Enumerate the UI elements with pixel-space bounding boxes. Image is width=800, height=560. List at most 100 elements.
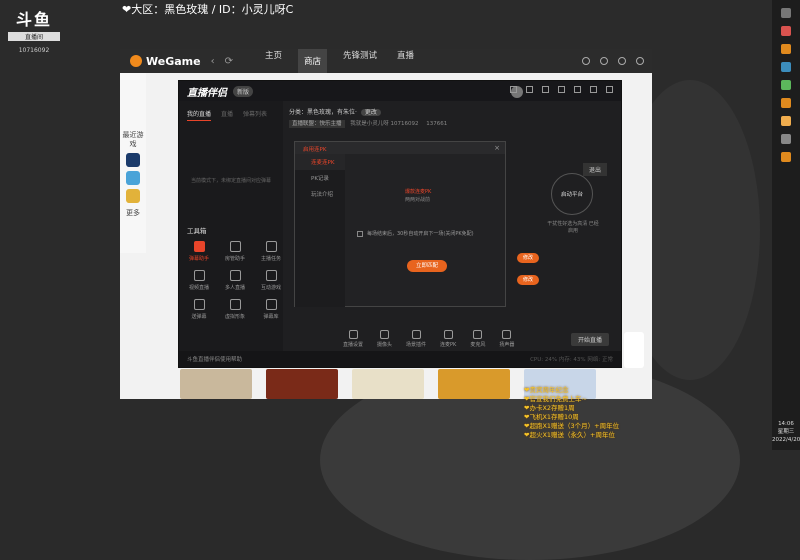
more-games-link[interactable]: 更多 xyxy=(120,207,146,218)
user-icon[interactable] xyxy=(600,57,608,65)
room-badge: 直播间 xyxy=(8,32,60,41)
app-icon[interactable] xyxy=(781,98,791,108)
gift-icon[interactable] xyxy=(582,57,590,65)
plugin-icon xyxy=(411,330,421,339)
edit-button[interactable]: 修改 xyxy=(517,275,539,285)
back-icon[interactable]: ‹ xyxy=(211,56,215,67)
edit-button[interactable]: 修改 xyxy=(517,253,539,263)
minimize-icon[interactable] xyxy=(574,86,581,93)
start-live-button[interactable]: 开始直播 xyxy=(570,333,609,346)
platform-name: 斗鱼 xyxy=(15,10,52,29)
nav-live[interactable]: 直播 xyxy=(393,49,418,73)
mail-icon[interactable] xyxy=(510,86,517,93)
tool-icon xyxy=(265,241,277,252)
app-icon[interactable] xyxy=(781,134,791,144)
taskbar-clock[interactable]: 14:06 星期三 2022/4/20 xyxy=(772,420,800,444)
game-banner[interactable] xyxy=(438,369,510,399)
taskbar: 14:06 星期三 2022/4/20 xyxy=(772,0,800,450)
microphone-button[interactable]: 麦克风 xyxy=(470,330,485,348)
menu-item-pk[interactable]: 连麦连PK xyxy=(295,154,345,170)
helper-titlebar: 直播伴侣 新版 xyxy=(179,81,621,101)
chat-line: ❤超跑X1赠送（3个月）+周年位 xyxy=(524,422,620,430)
game-icon[interactable] xyxy=(126,171,140,185)
live-settings-button[interactable]: 直播设置 xyxy=(343,330,363,348)
nav-store[interactable]: 商店 xyxy=(297,49,327,73)
toolbox-grid: 弹幕助手 房管助手 主播任务 视频直播 多人直播 互动游戏 送弹幕 虚拟形象 弹… xyxy=(183,241,287,320)
room-info: 直播联盟：快乐主播 我就是小灵儿呀 10716092 137661 xyxy=(289,119,448,128)
maximize-icon[interactable] xyxy=(590,86,597,93)
match-now-button[interactable]: 立即匹配 xyxy=(407,260,447,272)
tool-room-manager[interactable]: 房管助手 xyxy=(219,241,251,262)
version-badge[interactable]: 新版 xyxy=(233,85,254,97)
overlay-title: ❤大区：黑色玫瑰 / ID：小灵儿呀C xyxy=(122,3,294,16)
tab-live[interactable]: 直播 xyxy=(221,109,233,121)
tool-icon xyxy=(265,299,277,310)
tool-icon xyxy=(265,270,277,281)
nav-test[interactable]: 先锋测试 xyxy=(339,49,381,73)
speaker-icon xyxy=(502,330,512,339)
pk-button[interactable]: 连麦PK xyxy=(440,330,456,348)
tool-icon xyxy=(193,270,205,281)
refresh-icon[interactable]: ⟳ xyxy=(225,56,233,67)
menu-item-intro[interactable]: 玩法介绍 xyxy=(295,186,345,202)
fans-count: 137661 xyxy=(426,121,448,127)
chat-overlay: ❤贵宾周年纪念 ❤官宣我们免费上车~ ❤办卡X2存赠1周 ❤飞机X1存赠10周 … xyxy=(524,386,619,440)
tool-avatar[interactable]: 虚拟形象 xyxy=(219,299,251,320)
wegame-topbar: WeGame ‹ ⟳ 主页 商店 先锋测试 直播 xyxy=(120,49,652,73)
game-icon[interactable] xyxy=(126,189,140,203)
speaker-button[interactable]: 扬声器 xyxy=(499,330,514,348)
exit-button[interactable]: 退出 xyxy=(582,163,607,176)
menu-icon[interactable] xyxy=(558,86,565,93)
tool-icon xyxy=(193,299,205,310)
chat-icon[interactable] xyxy=(618,57,626,65)
app-icon[interactable] xyxy=(781,44,791,54)
game-banner[interactable] xyxy=(266,369,338,399)
tool-icon xyxy=(229,241,241,252)
camera-button[interactable]: 摄像头 xyxy=(377,330,392,348)
help-link[interactable]: 斗鱼直播伴侣使用帮助 xyxy=(187,355,242,363)
game-banner[interactable] xyxy=(180,369,252,399)
auto-next-checkbox[interactable]: 每场结束后，30秒自动开启下一场(关闭PK免配) xyxy=(357,230,474,237)
windows-icon[interactable] xyxy=(781,8,791,18)
empty-danmu-text: 当前模式下，未绑定直播间对应弹幕 xyxy=(190,178,271,184)
pk-icon xyxy=(443,330,453,339)
nav-home[interactable]: 主页 xyxy=(261,49,286,73)
chat-line: ❤办卡X2存赠1周 xyxy=(524,404,575,412)
app-icon[interactable] xyxy=(781,26,791,36)
app-icon[interactable] xyxy=(781,80,791,90)
camera-icon xyxy=(380,330,390,339)
tool-send-danmu[interactable]: 送弹幕 xyxy=(183,299,215,320)
settings-icon[interactable] xyxy=(542,86,549,93)
scene-plugin-button[interactable]: 场景插件 xyxy=(406,330,426,348)
chat-line: ❤贵宾周年纪念 xyxy=(524,386,569,394)
dialog-header: 启用连PK × xyxy=(295,142,505,154)
menu-item-record[interactable]: PK记录 xyxy=(295,170,345,186)
app-icon[interactable] xyxy=(781,116,791,126)
league-tag: 直播联盟：快乐主播 xyxy=(289,120,345,128)
change-category-button[interactable]: 更改 xyxy=(360,109,381,116)
tool-video-live[interactable]: 视频直播 xyxy=(183,270,215,291)
app-icon[interactable] xyxy=(781,152,791,162)
settings-icon[interactable] xyxy=(636,57,644,65)
game-lol-icon[interactable] xyxy=(126,153,140,167)
tab-my-live[interactable]: 我的直播 xyxy=(187,109,212,121)
platform-circle-button[interactable]: 启动平台 xyxy=(551,173,593,215)
close-icon[interactable] xyxy=(606,86,613,93)
tool-danmu-assistant[interactable]: 弹幕助手 xyxy=(183,241,215,262)
tab-danmu[interactable]: 弹幕列表 xyxy=(243,109,267,121)
app-icon[interactable] xyxy=(781,62,791,72)
close-icon[interactable]: × xyxy=(494,144,500,152)
tool-multi-live[interactable]: 多人直播 xyxy=(219,270,251,291)
chat-line: ❤飞机X1存赠10周 xyxy=(524,413,579,421)
floating-side-panel[interactable] xyxy=(624,332,644,368)
system-stats: CPU: 24% 内存: 43% 网络: 正常 xyxy=(530,357,613,363)
helper-title: 直播伴侣 xyxy=(187,87,227,99)
category-line: 分类：黑色玫瑰，有朱位· 更改 xyxy=(289,107,381,116)
room-id: 10716092 xyxy=(18,47,50,54)
wegame-logo: WeGame xyxy=(130,55,201,68)
game-banner[interactable] xyxy=(352,369,424,399)
microphone-icon xyxy=(473,330,483,339)
settings-icon xyxy=(348,330,358,339)
status-bar: 斗鱼直播伴侣使用帮助 CPU: 24% 内存: 43% 网络: 正常 xyxy=(179,351,621,367)
skin-icon[interactable] xyxy=(526,86,533,93)
